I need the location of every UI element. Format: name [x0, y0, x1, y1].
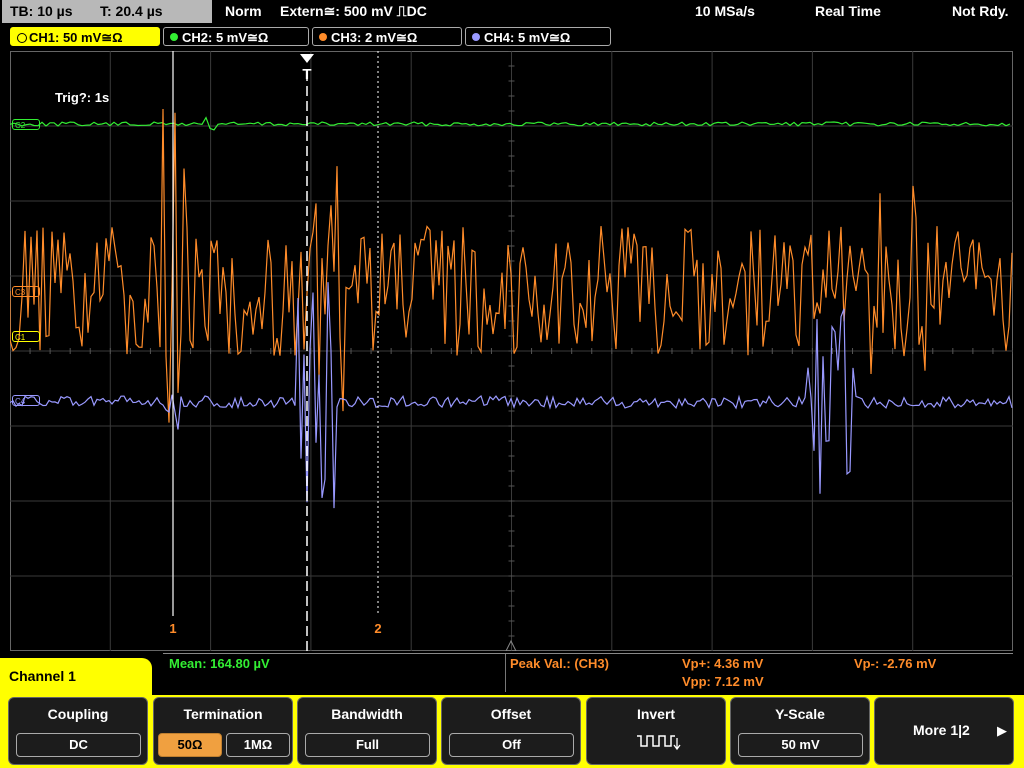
channel-2-dot-icon — [170, 33, 178, 41]
termination-softkey[interactable]: Termination 50Ω 1MΩ — [153, 697, 293, 765]
measurement-panel: Mean: 164.80 µV Peak Val.: (CH3) Vp+: 4.… — [163, 653, 1013, 692]
cursor-1-label: 1 — [169, 621, 176, 636]
termination-1-megaohm-option[interactable]: 1MΩ — [226, 733, 290, 757]
channel-2-chip[interactable]: CH2: 5 mV≅Ω — [163, 27, 309, 46]
channel-2-label: CH2: 5 mV≅Ω — [182, 30, 269, 45]
coupling-softkey[interactable]: Coupling DC — [8, 697, 148, 765]
more-softkey[interactable]: More 1|2 ▶ — [874, 697, 1014, 765]
vpp-measurement: Vpp: 7.12 mV — [682, 674, 764, 689]
menu-title: Channel 1 — [0, 658, 152, 695]
measurement-divider — [505, 654, 506, 692]
channel-1-chip[interactable]: CH1: 50 mV≅Ω — [10, 27, 160, 46]
channel-1-offset-marker[interactable]: C1 — [12, 331, 40, 342]
channel-3-label: CH3: 2 mV≅Ω — [331, 30, 418, 45]
sample-rate: 10 MSa/s — [695, 3, 755, 19]
channel-1-label: CH1: 50 mV≅Ω — [29, 30, 123, 45]
trigger-mode[interactable]: Norm — [225, 0, 262, 23]
y-scale-value[interactable]: 50 mV — [738, 733, 863, 757]
acquisition-mode: Real Time — [815, 3, 881, 19]
offset-value[interactable]: Off — [449, 733, 574, 757]
channel-4-chip[interactable]: CH4: 5 mV≅Ω — [465, 27, 611, 46]
bandwidth-softkey[interactable]: Bandwidth Full — [297, 697, 437, 765]
offset-softkey[interactable]: Offset Off — [441, 697, 581, 765]
timebase-box[interactable]: TB: 10 µs T: 20.4 µs — [2, 0, 212, 23]
channel-4-label: CH4: 5 mV≅Ω — [484, 30, 571, 45]
trigger-source[interactable]: Extern≅: 500 mV ⎍DC — [280, 0, 427, 23]
channel-4-dot-icon — [472, 33, 480, 41]
more-arrow-icon: ▶ — [997, 723, 1007, 738]
status-bar: TB: 10 µs T: 20.4 µs Norm Extern≅: 500 m… — [0, 0, 1024, 24]
vp-plus-measurement: Vp+: 4.36 mV — [682, 656, 764, 671]
coupling-title: Coupling — [47, 706, 109, 722]
invert-waveform-icon — [637, 735, 681, 751]
channel-bar: CH1: 50 mV≅Ω CH2: 5 mV≅Ω CH3: 2 mV≅Ω CH4… — [0, 26, 1024, 48]
more-title: More 1|2 — [913, 722, 970, 738]
trigger-label: T — [302, 66, 311, 83]
mean-measurement: Mean: 164.80 µV — [169, 656, 270, 671]
invert-softkey[interactable]: Invert — [586, 697, 726, 765]
bandwidth-title: Bandwidth — [331, 706, 403, 722]
channel-3-chip[interactable]: CH3: 2 mV≅Ω — [312, 27, 462, 46]
cursor-2-label: 2 — [374, 621, 381, 636]
vp-minus-measurement: Vp-: -2.76 mV — [854, 656, 937, 671]
channel-2-offset-marker[interactable]: C2 — [12, 119, 40, 130]
y-scale-title: Y-Scale — [775, 706, 825, 722]
trigger-position: T: 20.4 µs — [100, 3, 163, 19]
channel-1-dot-icon — [17, 33, 27, 43]
channel-3-offset-marker[interactable]: C3 — [12, 286, 40, 297]
invert-title: Invert — [636, 706, 676, 722]
offset-title: Offset — [490, 706, 532, 722]
waveform-display[interactable]: T 1 2 — [10, 51, 1013, 651]
y-scale-softkey[interactable]: Y-Scale 50 mV — [730, 697, 870, 765]
softkey-menu: Coupling DC Termination 50Ω 1MΩ Bandwidt… — [0, 695, 1024, 768]
trigger-info: Trig?: 1s — [55, 90, 110, 105]
coupling-value[interactable]: DC — [16, 733, 141, 757]
channel-3-dot-icon — [319, 33, 327, 41]
bandwidth-value[interactable]: Full — [305, 733, 430, 757]
ready-state: Not Rdy. — [952, 3, 1009, 19]
channel-4-offset-marker[interactable]: C4 — [12, 395, 40, 406]
waveform-svg: T 1 2 — [10, 51, 1013, 651]
termination-title: Termination — [183, 706, 263, 722]
termination-50-ohm-option[interactable]: 50Ω — [158, 733, 222, 757]
peak-value-label: Peak Val.: (CH3) — [510, 656, 609, 671]
timebase: TB: 10 µs — [10, 3, 73, 19]
